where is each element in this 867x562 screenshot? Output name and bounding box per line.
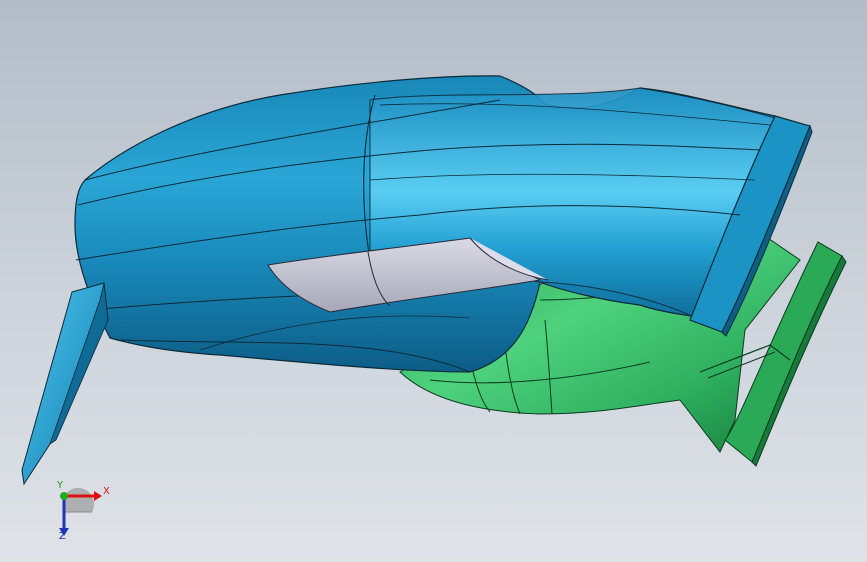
left-fin-part[interactable] — [21, 282, 109, 486]
x-axis-label: X — [103, 486, 110, 497]
coordinate-triad: X Y Z — [52, 480, 110, 544]
z-axis-label: Z — [59, 531, 66, 542]
cad-model[interactable] — [0, 0, 867, 562]
y-axis-label: Y — [57, 480, 64, 491]
3d-viewport[interactable]: X Y Z — [0, 0, 867, 562]
